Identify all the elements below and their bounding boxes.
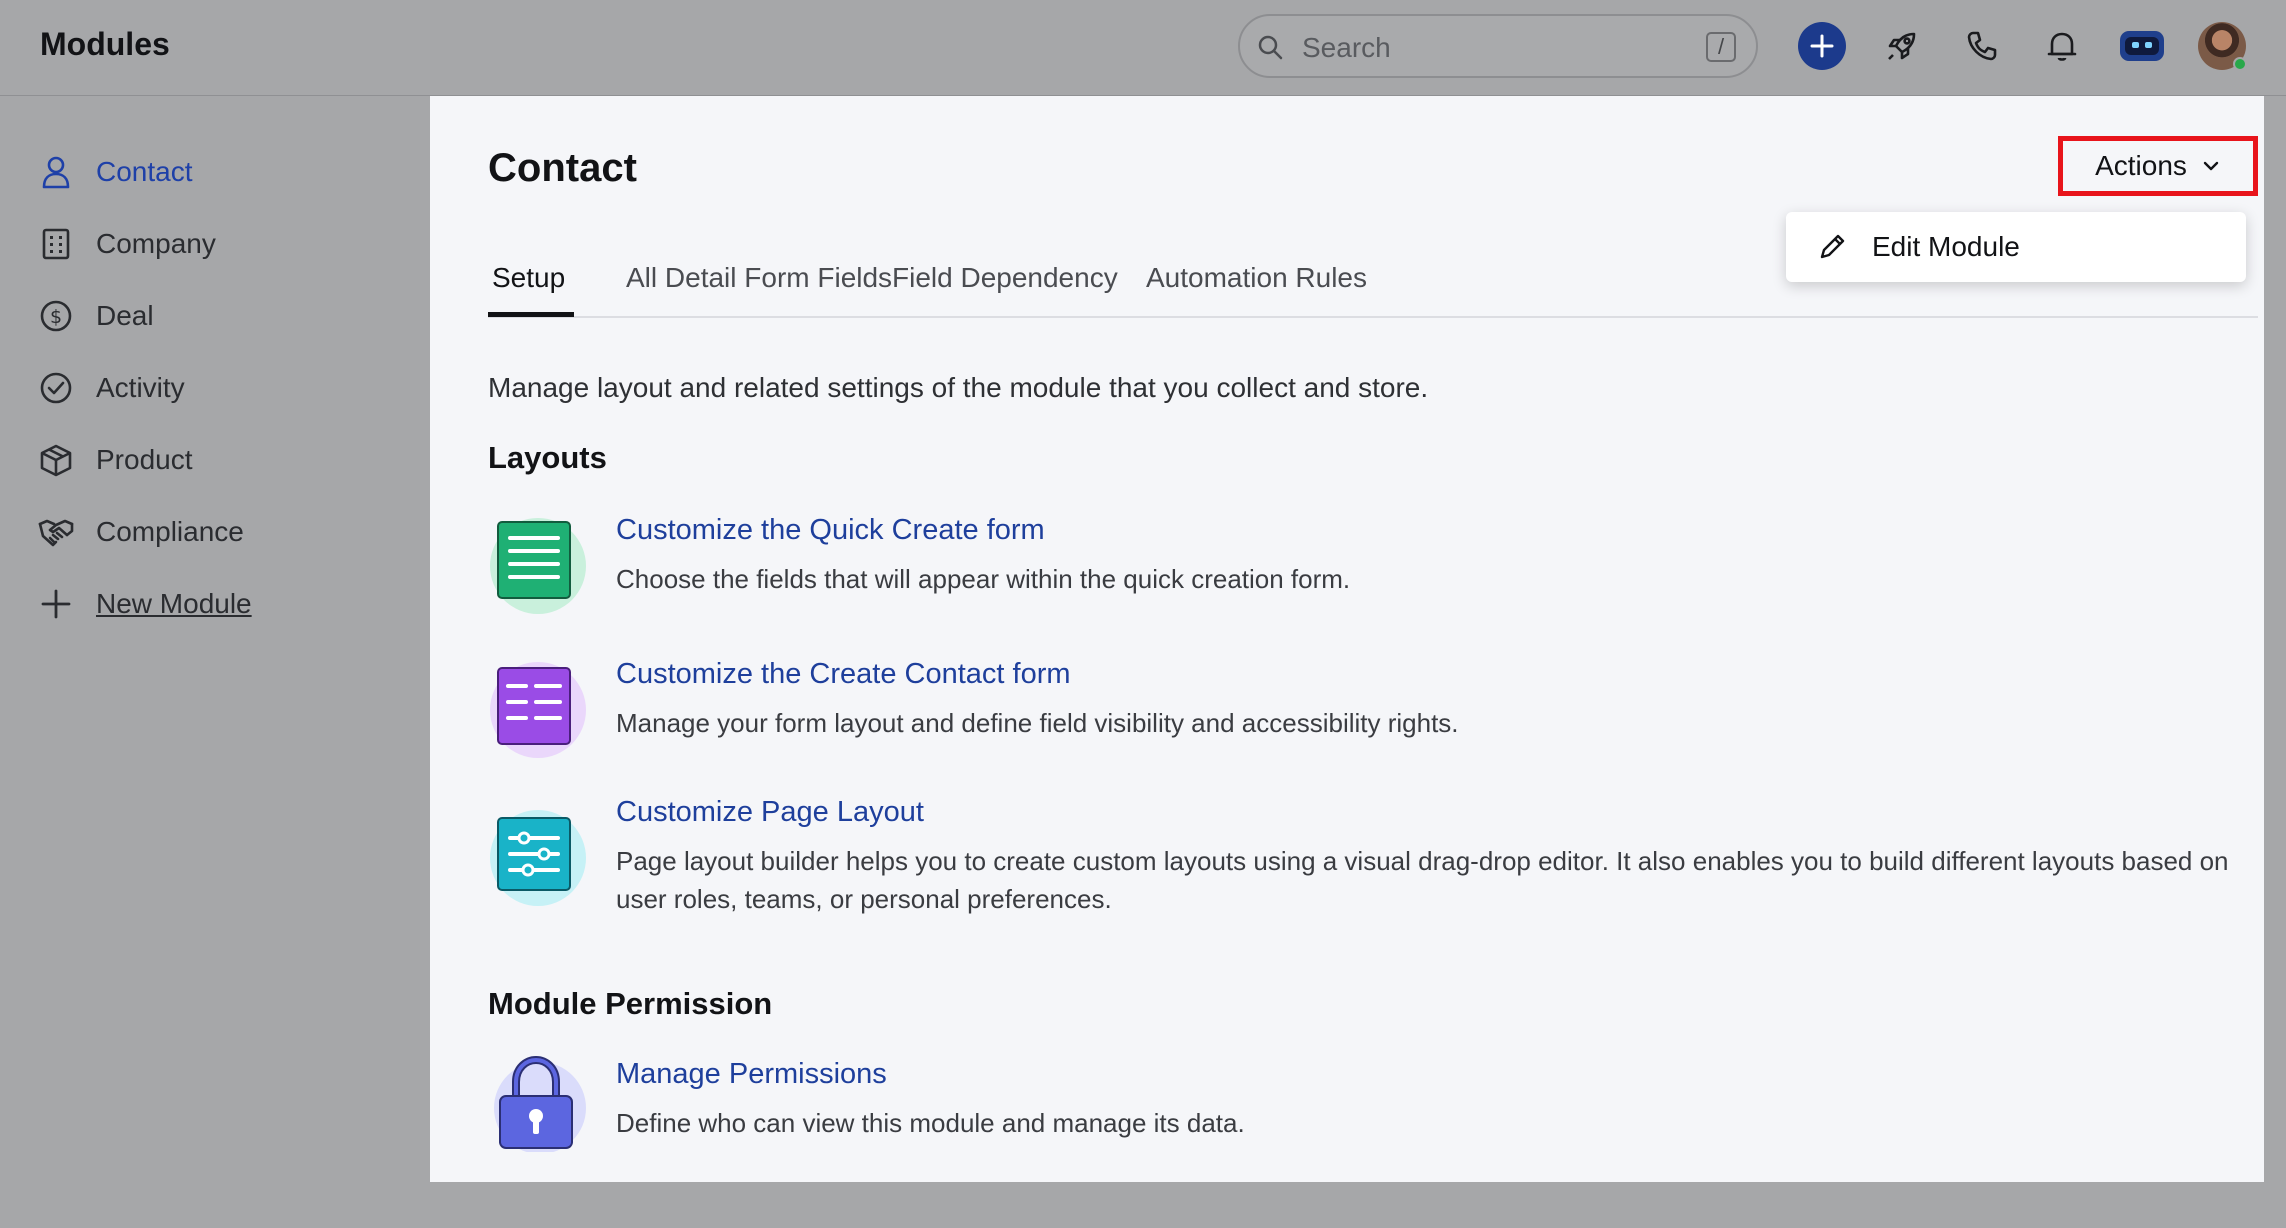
tab-field-dependency[interactable]: Field Dependency (892, 262, 1118, 294)
search-input[interactable]: Search / (1238, 14, 1758, 78)
new-module-label: New Module (96, 588, 252, 619)
search-shortcut-key: / (1706, 32, 1736, 62)
building-icon (36, 224, 76, 264)
layout-description: Manage your form layout and define field… (616, 708, 1459, 738)
bot-icon[interactable] (2118, 22, 2166, 70)
manage-permissions-link[interactable]: Manage Permissions (616, 1058, 887, 1091)
sidebar-item-deal[interactable]: $ Deal (36, 294, 154, 338)
plus-icon (36, 584, 76, 624)
phone-icon[interactable] (1958, 22, 2006, 70)
main-panel: Contact Actions Edit Module Setup All De… (430, 96, 2264, 1182)
sidebar-item-label: Activity (96, 372, 185, 403)
customize-quick-create-link[interactable]: Customize the Quick Create form (616, 514, 1045, 547)
sidebar-item-label: Compliance (96, 516, 244, 547)
actions-label: Actions (2095, 150, 2187, 181)
tab-automation-rules[interactable]: Automation Rules (1146, 262, 1367, 294)
new-module-link[interactable]: New Module (36, 582, 252, 626)
customize-page-layout-link[interactable]: Customize Page Layout (616, 796, 924, 829)
bell-icon[interactable] (2038, 22, 2086, 70)
quick-create-form-icon (490, 518, 586, 614)
sidebar-item-label: Product (96, 444, 193, 475)
handshake-icon (36, 512, 76, 552)
setup-intro-text: Manage layout and related settings of th… (488, 372, 1429, 403)
tab-all-detail-form-fields[interactable]: All Detail Form Fields (626, 262, 892, 294)
layout-description: Choose the fields that will appear withi… (616, 564, 1351, 594)
sidebar-item-label: Contact (96, 156, 193, 187)
sidebar-item-label: Deal (96, 300, 154, 331)
avatar[interactable] (2198, 22, 2247, 71)
create-contact-form-icon (490, 662, 586, 758)
layout-description: Page layout builder helps you to create … (616, 846, 2229, 914)
actions-button[interactable]: Actions (2058, 136, 2258, 196)
page-title: Contact (488, 146, 637, 190)
customize-create-contact-link[interactable]: Customize the Create Contact form (616, 658, 1071, 691)
check-circle-icon (36, 368, 76, 408)
sidebar-item-contact[interactable]: Contact (36, 150, 193, 194)
permission-description: Define who can view this module and mana… (616, 1108, 1245, 1138)
sidebar-item-product[interactable]: Product (36, 438, 193, 482)
sidebar-item-label: Company (96, 228, 216, 259)
app-title: Modules (40, 26, 170, 62)
dollar-icon: $ (36, 296, 76, 336)
search-icon (1258, 35, 1283, 60)
sidebar-item-activity[interactable]: Activity (36, 366, 185, 410)
box-icon (36, 440, 76, 480)
online-status-dot (2233, 57, 2247, 71)
rocket-icon[interactable] (1878, 22, 1926, 70)
search-placeholder: Search (1302, 32, 1391, 63)
active-tab-indicator (488, 312, 574, 317)
plus-icon[interactable] (1798, 22, 1846, 70)
layouts-heading: Layouts (488, 440, 607, 475)
svg-text:$: $ (50, 306, 62, 328)
tab-bar: Setup All Detail Form Fields Field Depen… (488, 256, 2258, 318)
user-icon (36, 152, 76, 192)
tab-setup[interactable]: Setup (492, 262, 565, 294)
module-permission-heading: Module Permission (488, 986, 773, 1021)
lock-icon (494, 1055, 586, 1152)
sidebar-item-compliance[interactable]: Compliance (36, 510, 244, 554)
page-layout-icon (490, 810, 586, 906)
top-bar: Modules Search / (0, 0, 2286, 96)
sidebar-item-company[interactable]: Company (36, 222, 216, 266)
chevron-down-icon (2203, 161, 2219, 171)
